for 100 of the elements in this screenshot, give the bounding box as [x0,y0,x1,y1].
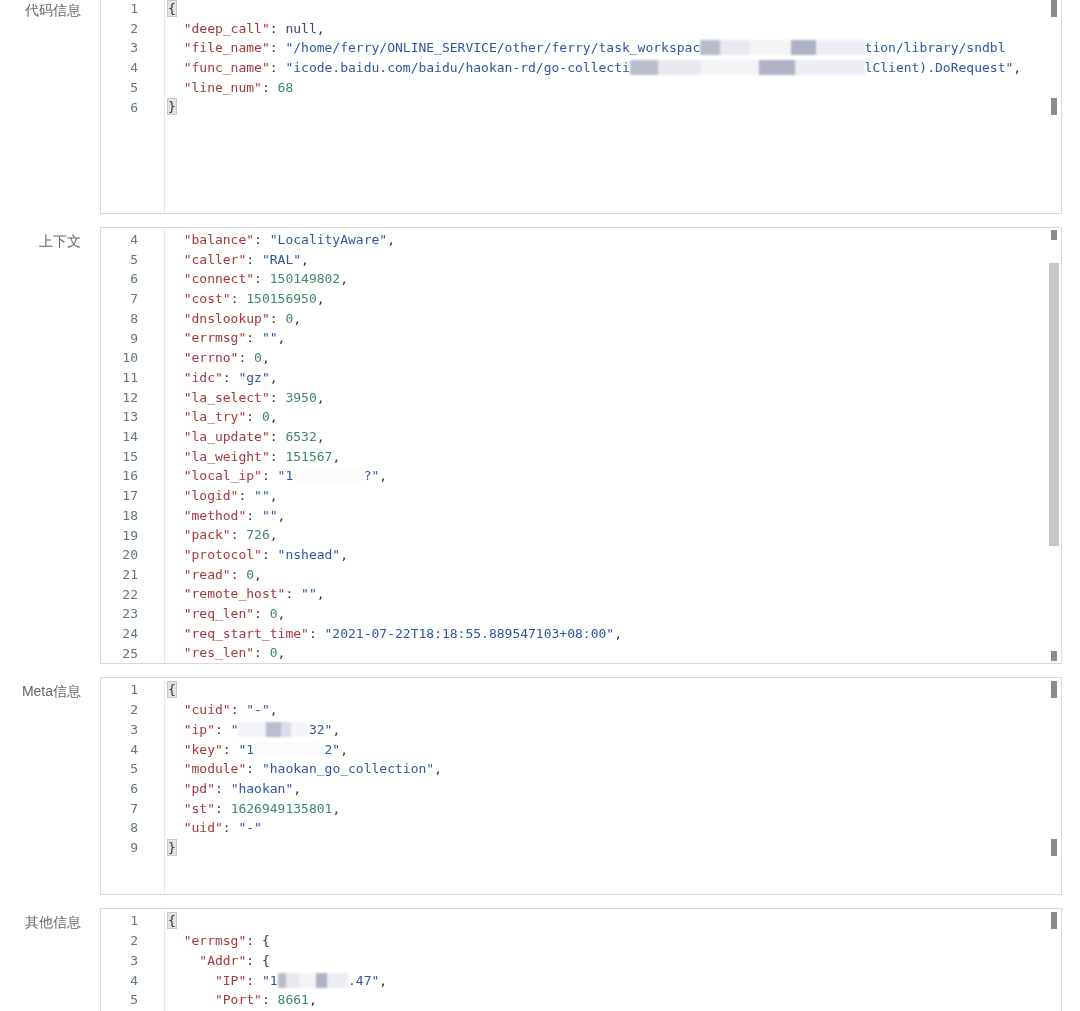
line-number: 22 [121,585,139,604]
code-text: "read": 0, [182,565,262,584]
line-number: 5 [129,760,139,779]
line-number: 4 [129,740,139,759]
code-text: "idc": "gz", [182,368,278,387]
code-text: "pack": 726, [182,526,278,545]
code-text: "pd": "haokan", [182,779,302,798]
code-text: "balance": "LocalityAware", [182,231,395,249]
code-text: "Addr": { [198,951,270,970]
line-number: 2 [129,932,139,951]
line-number: 9 [129,839,139,858]
code-editor[interactable]: 1 2 3 4 5 6 7 8 9 { "cuid": "-", "ip": " 32", "key": "1 2", "module": "haokan_go_collection", "pd": "haokan", "st": 1626949135801, "uid": "-" } [100,677,1062,896]
line-number: 11 [121,368,139,387]
line-number: 1 [129,912,139,931]
line-number: 8 [129,309,139,328]
scroll-marker [1051,230,1057,240]
line-number: 4 [129,59,139,78]
code-text: "method": "", [182,506,286,525]
code-text: "la_weight": 151567, [182,447,341,466]
code-text: 2", [324,740,349,759]
code-text: "deep_call": null, [182,19,325,38]
code-text: "req_start_time": "2021-07-22T18:18:55.889547103+08:00", [182,624,622,643]
line-number: 9 [129,329,139,348]
redaction-block [277,972,349,988]
scroll-marker [1051,681,1057,699]
code-text: 32", [308,720,341,739]
section-label: 其他信息 [24,913,82,933]
code-text: } [168,98,176,117]
line-number: 17 [121,487,139,506]
code-text: "key": "1 [182,740,255,759]
code-text: "ip": " [182,720,239,739]
code-text: "logid": "", [182,486,278,505]
code-text: "connect": 150149802, [182,270,349,289]
code-text: "protocol": "nshead", [182,546,349,564]
code-text: "req_len": 0, [182,605,286,624]
line-number: 21 [121,565,139,584]
code-text: } [168,838,176,857]
line-number: 6 [129,98,139,117]
code-text: "errno": 0, [182,349,270,368]
line-number: 1 [129,681,139,700]
line-number: 4 [129,971,139,990]
code-text: "module": "haokan_go_collection", [182,760,442,779]
code-text: "caller": "RAL", [182,250,309,269]
line-number: 25 [121,644,139,663]
code-text: "cost": 150156950, [182,290,325,309]
line-number: 7 [129,290,139,309]
line-number: 3 [129,39,139,58]
code-text: { [168,681,176,700]
scrollbar-thumb[interactable] [1049,262,1059,546]
scroll-marker [1051,838,1057,856]
line-number: 23 [121,605,139,624]
code-editor[interactable]: 1 2 3 4 5 { "errmsg": { "Addr": { "IP": "1 .47", "Port": 8661, [100,908,1062,1011]
code-text: "la_try": 0, [182,408,278,427]
line-number: 5 [129,250,139,269]
code-editor[interactable] [100,227,1062,665]
code-text: "errmsg": { [182,932,270,951]
code-text: "Port": 8661, [213,991,317,1010]
line-number: 4 [129,231,139,249]
line-number: 10 [121,349,139,368]
line-number: 1 [129,0,139,18]
code-text: "local_ip": "1 [182,467,294,486]
line-number: 19 [121,526,139,545]
code-text: tion/library/sndbl [864,39,1006,58]
line-number: 3 [129,720,139,739]
code-text: "la_update": 6532, [182,427,325,446]
code-text: "file_name": "/home/ferry/ONLINE_SERVICE/other/ferry/task_workspac [182,39,701,58]
code-text: "cuid": "-", [182,701,278,720]
section-label: 上下文 [38,232,82,251]
line-number: 5 [129,78,139,97]
code-text: .47", [348,971,388,990]
scroll-marker [1051,98,1057,116]
code-text: "line_num": 68 [182,78,294,97]
code-text: "IP": "1 [213,971,278,990]
code-editor[interactable] [100,0,1062,214]
code-text: { [168,0,176,18]
line-number: 18 [121,506,139,525]
line-number: 5 [129,991,139,1010]
section-label: 代码信息 [24,1,82,20]
redaction-block [238,721,309,737]
scroll-marker [1051,651,1057,662]
line-number: 12 [121,388,139,407]
line-number: 7 [129,799,139,818]
code-text: "res_len": 0, [182,644,286,663]
line-number: 2 [129,19,139,38]
line-number: 6 [129,270,139,289]
code-text: "la_select": 3950, [182,388,325,407]
section-label: Meta信息 [20,682,82,702]
code-text: "errmsg": "", [182,329,286,348]
code-text: { [168,912,176,931]
line-number: 6 [129,780,139,798]
scroll-marker [1051,0,1057,17]
scroll-marker [1051,912,1057,930]
code-text: lClient).DoRequest", [864,59,1022,78]
line-number: 20 [121,546,139,565]
code-text: "dnslookup": 0, [182,309,302,328]
line-number: 2 [129,701,139,720]
line-number: 3 [129,951,139,970]
code-text: "func_name": "icode.baidu.com/baidu/haokan-rd/go-collecti [182,59,630,78]
code-text: "uid": "-" [182,819,262,838]
line-number: 14 [121,428,139,447]
